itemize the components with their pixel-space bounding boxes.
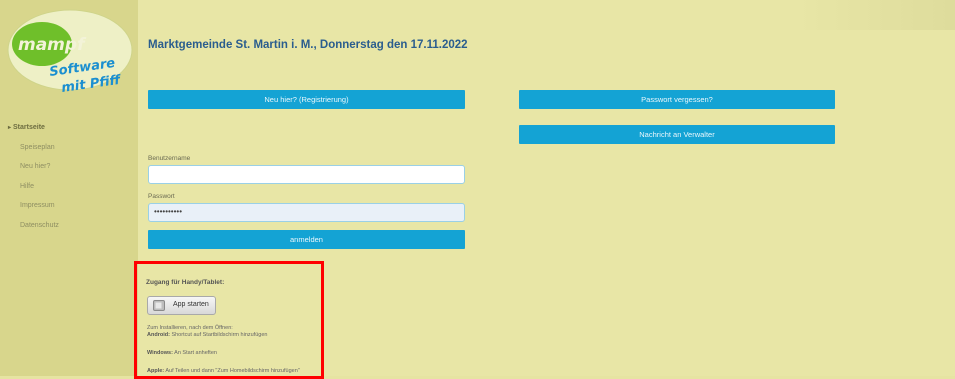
sidebar-item-label: Neu hier? (20, 163, 51, 170)
password-label: Passwort (148, 193, 175, 200)
apple-label: Apple: (147, 368, 165, 374)
logo-brand: mampf (18, 35, 87, 55)
mobile-access-heading: Zugang für Handy/Tablet: (146, 279, 225, 286)
windows-text: An Start anheften (172, 350, 217, 356)
message-admin-button[interactable]: Nachricht an Verwalter (519, 125, 835, 144)
install-instructions: Zum Installieren, nach dem Öffnen: (147, 325, 233, 331)
sidebar-item-speiseplan[interactable]: Speiseplan (8, 142, 59, 162)
username-label: Benutzername (148, 155, 191, 162)
tablet-icon (153, 300, 165, 311)
register-button[interactable]: Neu hier? (Registrierung) (148, 90, 465, 109)
sidebar-item-label: Hilfe (20, 182, 35, 190)
sidebar: mampf Software mit Pfiff ▸ Startseite Spe… (0, 0, 138, 376)
sidebar-item-label: Impressum (20, 202, 55, 209)
sidebar-item-datenschutz[interactable]: Datenschutz (8, 220, 59, 240)
sidebar-item-label: Speiseplan (20, 143, 55, 151)
android-label: Android: (147, 332, 170, 338)
mampf-logo[interactable]: mampf Software mit Pfiff (6, 8, 134, 98)
sidebar-item-startseite[interactable]: ▸ Startseite (8, 122, 59, 142)
app-start-button[interactable]: App starten (147, 296, 216, 315)
sidebar-item-label: Datenschutz (20, 221, 59, 229)
header-fade (795, 0, 955, 30)
sidebar-nav: ▸ Startseite Speiseplan Neu hier? Hilfe I… (8, 122, 59, 239)
password-field[interactable]: •••••••••• (148, 203, 465, 222)
page-title: Marktgemeinde St. Martin i. M., Donnerst… (148, 39, 468, 51)
username-field[interactable] (148, 165, 465, 184)
android-text: Shortcut auf Startbildschirm hinzufügen (169, 332, 268, 338)
sidebar-item-neu-hier[interactable]: Neu hier? (8, 161, 59, 181)
apple-instructions: Apple: Auf Teilen und dann "Zum Homebild… (147, 368, 300, 374)
windows-label: Windows: (147, 350, 173, 356)
forgot-password-button[interactable]: Passwort vergessen? (519, 90, 835, 109)
arrow-right-icon: ▸ (8, 125, 12, 131)
apple-text: Auf Teilen und dann "Zum Homebildschirm … (164, 368, 300, 374)
sidebar-item-impressum[interactable]: Impressum (8, 200, 59, 220)
sidebar-item-hilfe[interactable]: Hilfe (8, 181, 59, 201)
login-button[interactable]: anmelden (148, 230, 465, 249)
app-start-label: App starten (173, 301, 209, 308)
android-instructions: Android: Shortcut auf Startbildschirm hi… (147, 332, 267, 338)
sidebar-item-label: Startseite (13, 124, 45, 131)
windows-instructions: Windows: An Start anheften (147, 350, 217, 356)
